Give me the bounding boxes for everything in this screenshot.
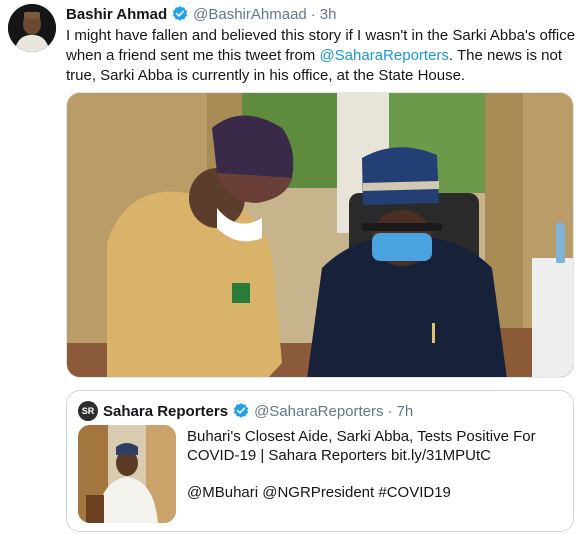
tweet-timestamp[interactable]: 3h xyxy=(320,6,337,23)
quoted-tweet-header: Sahara Reporters @SaharaReporters · 7h xyxy=(103,401,413,421)
verified-badge-icon xyxy=(232,402,250,420)
author-handle[interactable]: @BashirAhmaad xyxy=(193,6,307,23)
separator-dot: · xyxy=(387,402,393,420)
author-avatar[interactable] xyxy=(8,4,56,52)
tweet-text: I might have fallen and believed this st… xyxy=(66,26,576,86)
tweet[interactable]: Bashir Ahmad @BashirAhmaad · 3h I might … xyxy=(0,0,588,534)
author-name[interactable]: Bashir Ahmad xyxy=(66,6,167,23)
tweet-photo[interactable] xyxy=(66,92,574,378)
tweet-header: Bashir Ahmad @BashirAhmaad · 3h xyxy=(66,4,336,24)
quoted-author-handle[interactable]: @SaharaReporters xyxy=(254,403,383,420)
quoted-author-name[interactable]: Sahara Reporters xyxy=(103,403,228,420)
quoted-tweet[interactable]: SR Sahara Reporters @SaharaReporters · 7… xyxy=(66,390,574,532)
quoted-tweet-tags[interactable]: @MBuhari @NGRPresident #COVID19 xyxy=(187,484,451,501)
verified-badge-icon xyxy=(171,5,189,23)
separator-dot: · xyxy=(310,5,316,23)
quoted-tweet-thumbnail[interactable] xyxy=(78,425,176,523)
quoted-author-avatar[interactable]: SR xyxy=(78,401,98,421)
mention-link[interactable]: @SaharaReporters xyxy=(319,47,448,64)
quoted-tweet-text: Buhari's Closest Aide, Sarki Abba, Tests… xyxy=(187,428,536,464)
quoted-tweet-timestamp[interactable]: 7h xyxy=(397,403,414,420)
